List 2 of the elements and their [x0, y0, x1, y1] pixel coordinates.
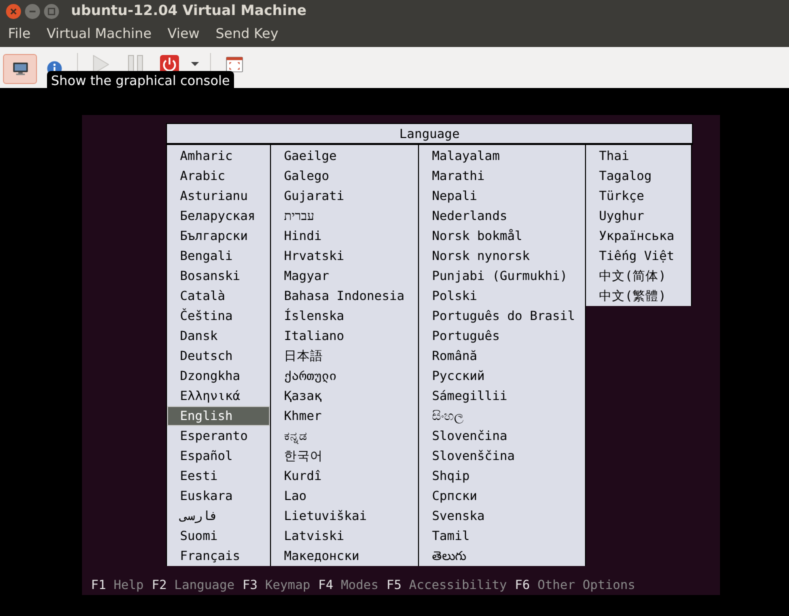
- dialog-title: Language: [166, 123, 693, 145]
- window-title: ubuntu-12.04 Virtual Machine: [71, 2, 307, 20]
